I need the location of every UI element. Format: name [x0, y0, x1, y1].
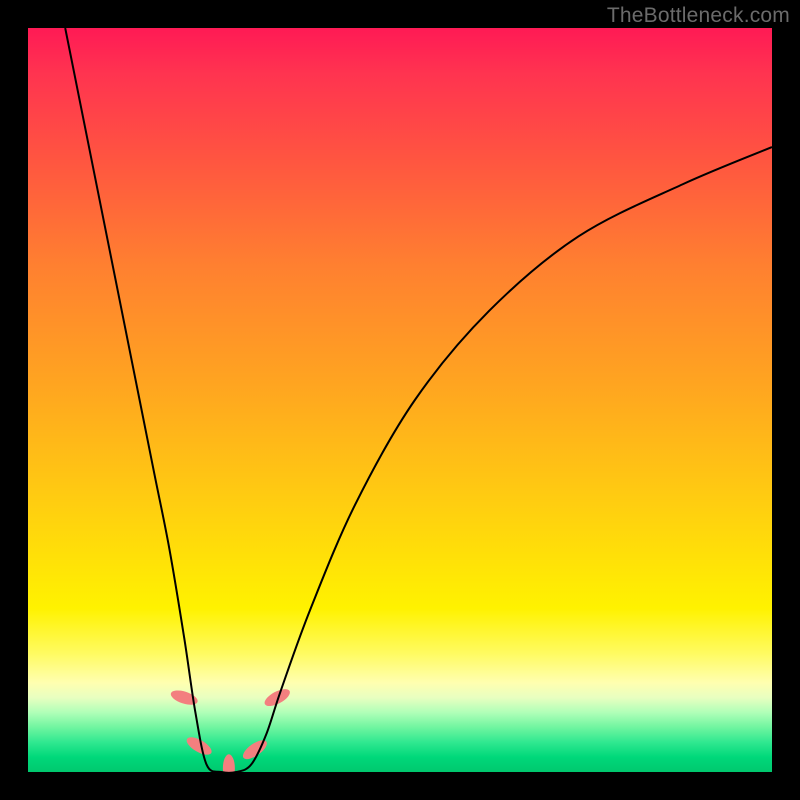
watermark-text: TheBottleneck.com: [607, 4, 790, 28]
bottleneck-curve: [65, 28, 772, 772]
marker-bottom: [223, 754, 235, 772]
curve-layer: [28, 28, 772, 772]
chart-frame: TheBottleneck.com: [0, 0, 800, 800]
plot-area: [28, 28, 772, 772]
markers-group: [169, 686, 292, 772]
marker-right-2: [262, 686, 292, 710]
